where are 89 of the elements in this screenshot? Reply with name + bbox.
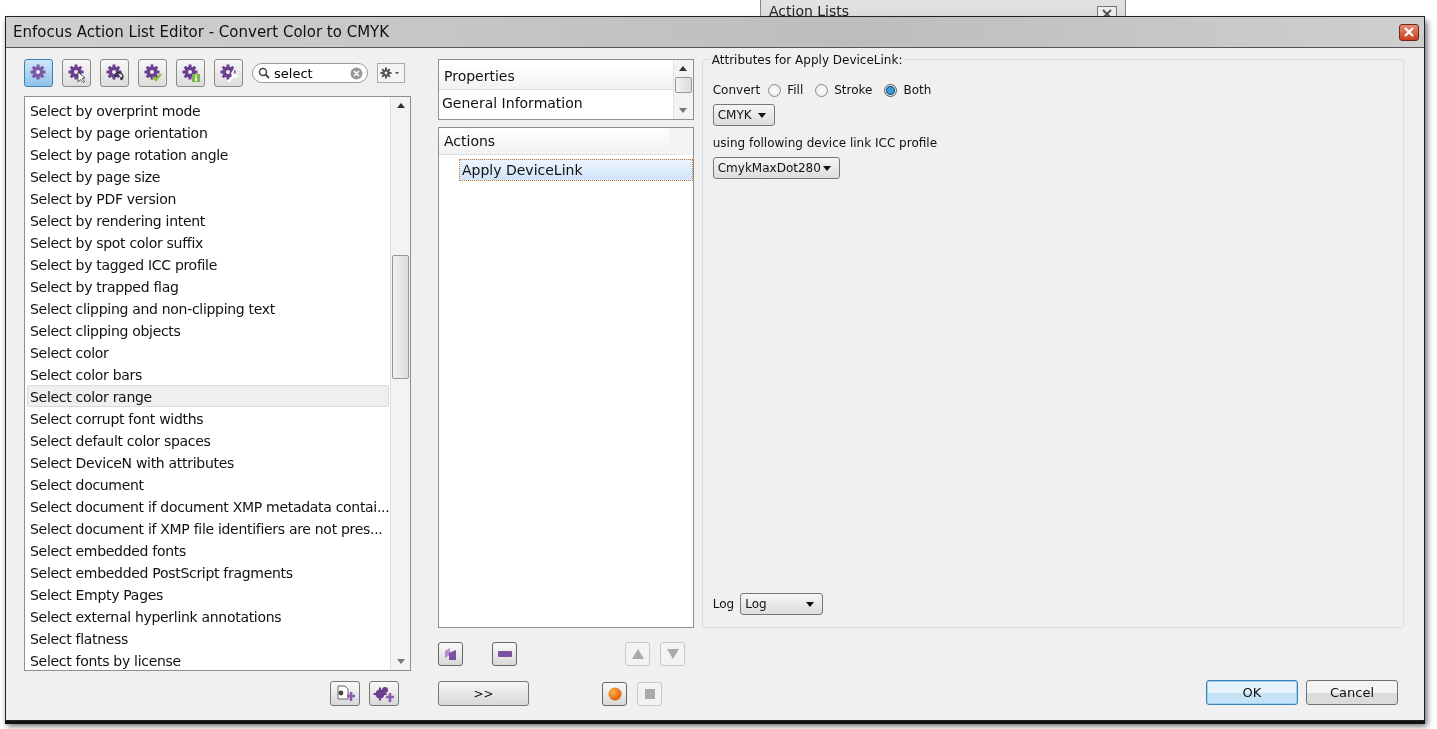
scroll-up-icon[interactable] <box>679 66 688 71</box>
window-title: Action Lists <box>769 3 850 19</box>
toolbar-button[interactable] <box>214 59 243 87</box>
scroll-up-icon[interactable] <box>396 103 405 108</box>
wrench-gear-icon <box>218 63 239 83</box>
colorspace-dropdown[interactable]: CMYK <box>712 104 775 126</box>
log-label: Log <box>712 597 735 611</box>
search-field[interactable]: select <box>252 63 368 83</box>
duplicate-icon <box>443 647 458 661</box>
list-item[interactable]: Select flatness <box>27 627 389 649</box>
list-item[interactable]: Select by page orientation <box>27 121 389 143</box>
list-item[interactable]: Select clipping and non-clipping text <box>27 297 389 319</box>
toolbar-button[interactable] <box>100 59 129 87</box>
radio-button[interactable] <box>768 83 782 97</box>
list-item[interactable]: Select by overprint mode <box>27 99 389 121</box>
new-action-button[interactable] <box>330 681 360 706</box>
list-item[interactable]: Select by page rotation angle <box>27 143 389 165</box>
settings-menu-button[interactable] <box>377 63 405 83</box>
list-item[interactable]: Select default color spaces <box>27 429 389 451</box>
list-item[interactable]: Select DeviceN with attributes <box>27 451 389 473</box>
scrollbar[interactable] <box>390 97 410 670</box>
ok-button[interactable]: OK <box>1206 680 1298 705</box>
stop-icon <box>644 688 655 699</box>
remove-button[interactable] <box>492 642 517 666</box>
gear-gear-icon <box>28 63 49 83</box>
list-item[interactable]: Select document if XMP file identifiers are not pres... <box>27 517 389 539</box>
record-button[interactable] <box>602 681 627 706</box>
radio-option[interactable]: Stroke <box>815 83 873 97</box>
list-item[interactable]: Select document if document XMP metadata contai... <box>27 495 389 517</box>
close-button[interactable] <box>1399 23 1419 41</box>
list-item[interactable]: Select by spot color suffix <box>27 231 389 253</box>
check-gear-icon <box>142 63 163 83</box>
window-title: Enfocus Action List Editor - Convert Color to CMYK <box>13 23 390 41</box>
list-item[interactable]: General Information <box>439 90 673 116</box>
list-item[interactable]: Select by trapped flag <box>27 275 389 297</box>
group-title: Attributes for Apply DeviceLink: <box>709 53 905 67</box>
caret-icon <box>757 112 766 118</box>
caret-icon <box>806 601 815 607</box>
settings-icon <box>380 67 402 79</box>
toolbar-button[interactable] <box>138 59 167 87</box>
search-icon <box>258 67 270 79</box>
list-item[interactable]: Select by PDF version <box>27 187 389 209</box>
cursor-gear-icon <box>66 63 87 83</box>
toolbar-button[interactable] <box>62 59 91 87</box>
gear-plus-icon <box>373 684 395 703</box>
list-item[interactable]: Select color <box>27 341 389 363</box>
radio-button[interactable] <box>815 83 829 97</box>
minus-icon <box>497 651 512 657</box>
scroll-down-icon[interactable] <box>679 107 688 113</box>
list-item[interactable]: Select embedded fonts <box>27 539 389 561</box>
radio-button[interactable] <box>884 83 898 97</box>
record-icon <box>607 686 622 701</box>
list-item[interactable]: Select fonts by license <box>27 649 389 671</box>
list-item[interactable]: Select by page size <box>27 165 389 187</box>
duplicate-button[interactable] <box>438 642 463 666</box>
log-dropdown[interactable]: Log <box>740 593 824 615</box>
profile-dropdown[interactable]: CmykMaxDot280 <box>712 157 840 179</box>
scroll-thumb[interactable] <box>392 255 409 379</box>
list-item[interactable]: Select clipping objects <box>27 319 389 341</box>
list-item[interactable]: Select color range <box>27 385 389 407</box>
list-item[interactable]: Select document <box>27 473 389 495</box>
add-action-button[interactable] <box>369 681 399 706</box>
info-gear-icon <box>180 63 201 83</box>
document-plus-icon <box>334 684 356 703</box>
clear-icon[interactable] <box>350 66 363 80</box>
list-item[interactable]: Select by rendering intent <box>27 209 389 231</box>
down-triangle-icon <box>666 649 679 659</box>
scrollbar[interactable] <box>672 60 693 119</box>
add-to-list-button[interactable]: >> <box>438 681 529 706</box>
list-item[interactable]: Select external hyperlink annotations <box>27 605 389 627</box>
list-item[interactable]: Select Empty Pages <box>27 583 389 605</box>
scroll-thumb[interactable] <box>674 77 692 93</box>
tree-header: Actions <box>439 127 693 155</box>
radio-option[interactable]: Both <box>884 83 932 97</box>
close-icon <box>1403 27 1415 37</box>
up-triangle-icon <box>631 649 644 659</box>
list-item[interactable]: Select by tagged ICC profile <box>27 253 389 275</box>
list-item[interactable]: Select embedded PostScript fragments <box>27 561 389 583</box>
tree-item[interactable]: Apply DeviceLink <box>459 158 693 181</box>
toolbar-button[interactable] <box>176 59 205 87</box>
scroll-down-icon[interactable] <box>396 659 405 664</box>
list-item[interactable]: Select color bars <box>27 363 389 385</box>
profile-label: using following device link ICC profile <box>712 136 937 150</box>
cancel-button[interactable]: Cancel <box>1306 680 1398 705</box>
convert-label: Convert <box>712 83 761 97</box>
list-item[interactable]: Select corrupt font widths <box>27 407 389 429</box>
caret-icon <box>822 165 831 171</box>
refresh-gear-icon <box>104 63 125 83</box>
radio-option[interactable]: Fill <box>768 83 804 97</box>
